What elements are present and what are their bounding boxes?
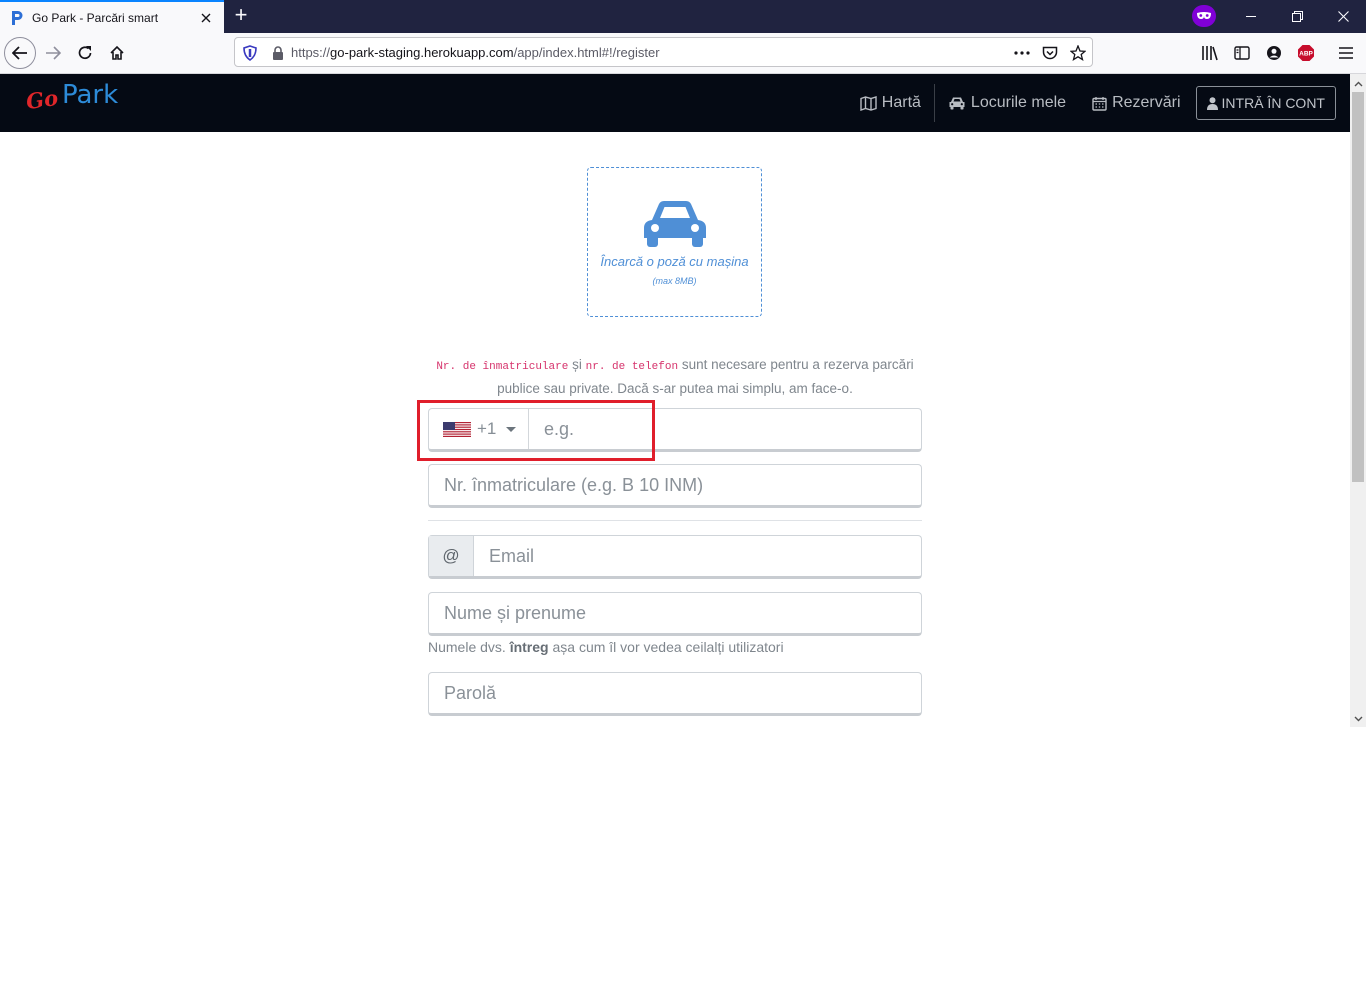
car-icon (644, 201, 706, 247)
page-actions-more-icon[interactable] (1013, 44, 1031, 62)
hamburger-menu-icon[interactable] (1336, 43, 1356, 63)
form-divider (428, 520, 922, 521)
email-input[interactable]: Email (474, 546, 534, 567)
password-input[interactable]: Parolă (428, 672, 922, 716)
at-sign-addon: @ (429, 536, 474, 576)
lock-icon[interactable] (269, 44, 287, 62)
calendar-icon (1092, 96, 1107, 111)
help-suffix: așa cum îl vor vedea ceilalți utilizator… (552, 639, 784, 655)
library-icon[interactable] (1200, 43, 1220, 63)
scroll-up-arrow-icon[interactable] (1350, 76, 1366, 92)
gopark-logo[interactable]: Go Park (24, 80, 119, 118)
private-browsing-mask-icon (1192, 5, 1216, 27)
pocket-icon[interactable] (1041, 44, 1059, 62)
password-placeholder: Parolă (444, 682, 497, 703)
map-icon (860, 95, 877, 111)
new-tab-button[interactable]: + (230, 4, 252, 27)
scroll-down-arrow-icon[interactable] (1350, 711, 1366, 727)
code-plate-number: Nr. de înmatriculare (436, 361, 569, 373)
url-path: /app/index.html#!/register (513, 44, 660, 60)
restore-window-icon[interactable] (1274, 0, 1320, 33)
back-arrow-icon[interactable] (4, 37, 36, 69)
help-prefix: Numele dvs. (428, 639, 506, 655)
account-icon[interactable] (1264, 43, 1284, 63)
login-button[interactable]: INTRĂ ÎN CONT (1195, 86, 1336, 120)
home-icon[interactable] (101, 37, 133, 69)
full-name-input[interactable]: Nume și prenume (428, 592, 922, 636)
reload-icon[interactable] (69, 37, 101, 69)
full-name-placeholder: Nume și prenume (444, 602, 587, 623)
help-bold: întreg (509, 639, 549, 655)
code-phone-number: nr. de telefon (585, 361, 679, 373)
menu-bookings-label: Rezervări (1112, 94, 1181, 111)
forward-arrow-icon[interactable] (37, 37, 69, 69)
login-button-label: INTRĂ ÎN CONT (1221, 95, 1325, 111)
minimize-window-icon[interactable] (1228, 0, 1274, 33)
menu-map-label: Hartă (881, 94, 921, 111)
menu-my-places-label: Locurile mele (970, 94, 1067, 111)
url-host: go-park-staging.herokuapp.com (330, 44, 514, 60)
plate-number-placeholder: Nr. înmatriculare (e.g. B 10 INM) (444, 474, 704, 495)
menu-item-bookings[interactable]: Rezervări (1079, 86, 1193, 120)
car-photo-upload[interactable]: Încarcă o poză cu mașina (max 8MB) (587, 167, 762, 317)
menu-item-my-places[interactable]: Locurile mele (935, 86, 1079, 120)
bookmark-star-icon[interactable] (1069, 44, 1087, 62)
plate-number-input[interactable]: Nr. înmatriculare (e.g. B 10 INM) (428, 464, 922, 508)
scrollbar-thumb[interactable] (1352, 92, 1364, 482)
menu-item-map[interactable]: Hartă (847, 86, 934, 120)
browser-tab-bar: Go Park - Parcări smart + (0, 0, 1366, 33)
email-field: @ Email (428, 535, 922, 579)
logo-park-text: Park (61, 80, 119, 110)
tracking-protection-shield-icon[interactable] (241, 44, 259, 62)
close-window-icon[interactable] (1320, 0, 1366, 33)
main-menu: Hartă Locurile mele Rezervări INTRĂ ÎN C… (847, 84, 1336, 122)
url-bar[interactable]: https://go-park-staging.herokuapp.com/ap… (234, 37, 1093, 67)
car-icon (949, 97, 965, 110)
upload-size-hint: (max 8MB) (652, 276, 697, 286)
url-text: https://go-park-staging.herokuapp.com/ap… (291, 45, 660, 60)
tab-title: Go Park - Parcări smart (32, 10, 159, 25)
registration-info-text: Nr. de înmatriculare și nr. de telefon s… (428, 354, 922, 399)
svg-text:ABP: ABP (1299, 51, 1313, 58)
web-page: Go Park Hartă Locurile mele Rezervări IN… (0, 74, 1350, 727)
info-and: și (572, 357, 582, 372)
full-name-help-text: Numele dvs. întreg așa cum îl vor vedea … (428, 639, 784, 655)
upload-label: Încarcă o poză cu mașina (600, 254, 749, 269)
logo-go-text: Go (24, 84, 60, 115)
sidebar-toggle-icon[interactable] (1232, 43, 1252, 63)
browser-toolbar: https://go-park-staging.herokuapp.com/ap… (0, 33, 1366, 74)
app-header: Go Park Hartă Locurile mele Rezervări IN… (0, 74, 1350, 132)
browser-tab[interactable]: Go Park - Parcări smart (0, 0, 224, 33)
adblock-plus-icon[interactable]: ABP (1296, 43, 1316, 63)
gopark-favicon-icon (12, 10, 23, 25)
url-scheme: https:// (291, 44, 331, 60)
user-icon (1206, 96, 1218, 110)
tab-close-icon[interactable] (194, 6, 218, 30)
highlight-box (417, 400, 655, 461)
